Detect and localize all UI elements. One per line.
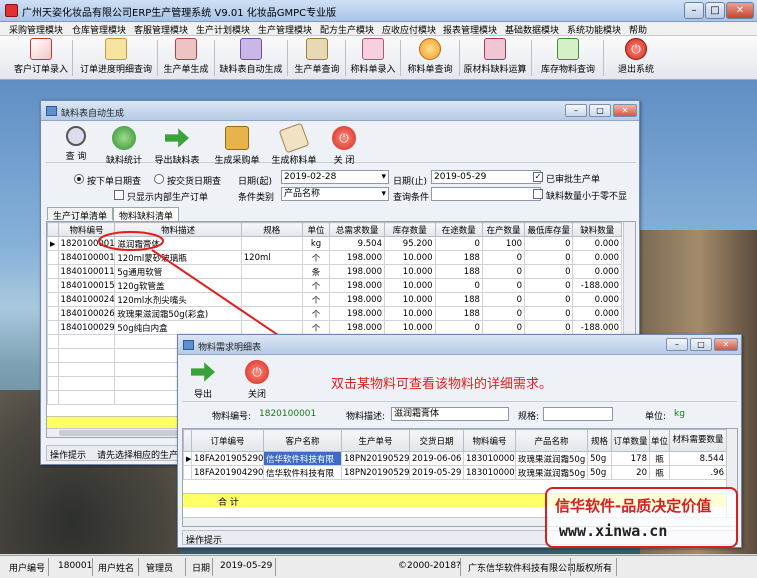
- export-detail-button[interactable]: 导出: [188, 360, 218, 400]
- table-cell[interactable]: 18FA20190529001: [191, 451, 264, 466]
- table-cell[interactable]: 2019-06-06: [409, 451, 464, 466]
- material-desc-label: 物料描述:: [346, 412, 386, 422]
- column-header[interactable]: 生产单号: [341, 429, 410, 452]
- column-header[interactable]: 交货日期: [409, 429, 464, 452]
- date-value: 2019-05-29: [220, 561, 273, 571]
- table-row[interactable]: ▶18FA20190529001信华软件科技有限18PN201905290012…: [183, 451, 727, 466]
- unit-value: kg: [674, 409, 685, 419]
- column-header[interactable]: 规格: [587, 429, 612, 452]
- material-no-label: 物料编号:: [212, 412, 252, 422]
- table-cell[interactable]: .96: [669, 465, 727, 480]
- table-cell[interactable]: 18PN20190529002: [341, 465, 410, 480]
- detail-grid-header: 订单编号 客户名称 生产单号 交货日期 物料编号 产品名称 规格 订单数量 单位…: [183, 429, 727, 452]
- material-desc-value: 滋润霜膏体: [391, 407, 509, 421]
- date-label: 日期: [192, 564, 211, 574]
- user-no-label: 用户编号: [9, 564, 46, 574]
- divider: [182, 401, 737, 402]
- column-header[interactable]: 客户名称: [263, 429, 342, 452]
- detail-close-button[interactable]: ✕: [714, 338, 738, 351]
- table-cell[interactable]: 18FA20190429001: [191, 465, 264, 480]
- material-no-value: 1820100001: [259, 409, 317, 419]
- detail-window-title: 物料需求明细表: [198, 343, 262, 353]
- power-icon: ⏻: [245, 360, 269, 384]
- column-header[interactable]: 材料需要数量: [669, 429, 727, 452]
- close-detail-button[interactable]: ⏻ 关闭: [242, 360, 272, 400]
- table-row[interactable]: 18FA20190429001信华软件科技有限18PN2019052900220…: [183, 465, 727, 480]
- table-cell[interactable]: 玫瑰果滋润霜50g: [515, 451, 588, 466]
- table-cell[interactable]: 1830100001: [463, 451, 516, 466]
- table-cell[interactable]: 2019-05-29: [409, 465, 464, 480]
- detail-window-titlebar: 物料需求明细表 – □ ✕: [178, 335, 741, 355]
- spec-value: [543, 407, 613, 421]
- detail-minimize-button[interactable]: –: [666, 338, 688, 351]
- detail-hint-label: 操作提示: [186, 536, 223, 546]
- column-header[interactable]: 物料编号: [463, 429, 516, 452]
- table-cell[interactable]: 信华软件科技有限: [263, 465, 342, 480]
- user-name-label: 用户姓名: [98, 564, 135, 574]
- company-name: 广东信华软件科技有限公司: [468, 564, 577, 574]
- status-bar: 用户编号 180001 用户姓名 管理员 日期 2019-05-29 ©2000…: [0, 555, 757, 578]
- watermark-slogan: 信华软件-品质决定价值: [555, 497, 712, 515]
- rights-text: 版权所有: [576, 564, 613, 574]
- table-cell[interactable]: 20: [611, 465, 650, 480]
- column-header[interactable]: 订单数量: [611, 429, 650, 452]
- arrow-right-icon: [191, 362, 215, 382]
- spec-label: 规格:: [518, 412, 540, 422]
- unit-label: 单位:: [645, 412, 667, 422]
- detail-grid: 订单编号 客户名称 生产单号 交货日期 物料编号 产品名称 规格 订单数量 单位…: [183, 429, 727, 480]
- brand-watermark: 信华软件-品质决定价值 www.xinwa.cn: [545, 487, 738, 548]
- column-header[interactable]: 订单编号: [191, 429, 264, 452]
- table-cell[interactable]: 1830100001: [463, 465, 516, 480]
- table-cell[interactable]: 8.544: [669, 451, 727, 466]
- instruction-banner: 双击某物料可查看该物料的详细需求。: [331, 377, 553, 392]
- detail-restore-button[interactable]: □: [690, 338, 712, 351]
- table-cell[interactable]: 玫瑰果滋润霜50g: [515, 465, 588, 480]
- table-cell[interactable]: 瓶: [649, 465, 670, 480]
- copyright: ©2000-2018?: [398, 561, 461, 571]
- column-header[interactable]: 单位: [649, 429, 670, 452]
- highlight-ellipse: [98, 231, 164, 251]
- total-label: 合 计: [218, 498, 239, 508]
- window-icon: [183, 340, 194, 350]
- column-header[interactable]: 产品名称: [515, 429, 588, 452]
- table-cell[interactable]: 18PN20190529001: [341, 451, 410, 466]
- user-name-value: 管理员: [146, 564, 174, 574]
- table-cell[interactable]: 50g: [587, 451, 612, 466]
- table-cell[interactable]: 178: [611, 451, 650, 466]
- table-cell[interactable]: 瓶: [649, 451, 670, 466]
- table-cell[interactable]: 信华软件科技有限: [263, 451, 342, 466]
- table-cell[interactable]: 50g: [587, 465, 612, 480]
- user-no-value: 180001: [58, 561, 93, 571]
- watermark-url: www.xinwa.cn: [559, 522, 668, 540]
